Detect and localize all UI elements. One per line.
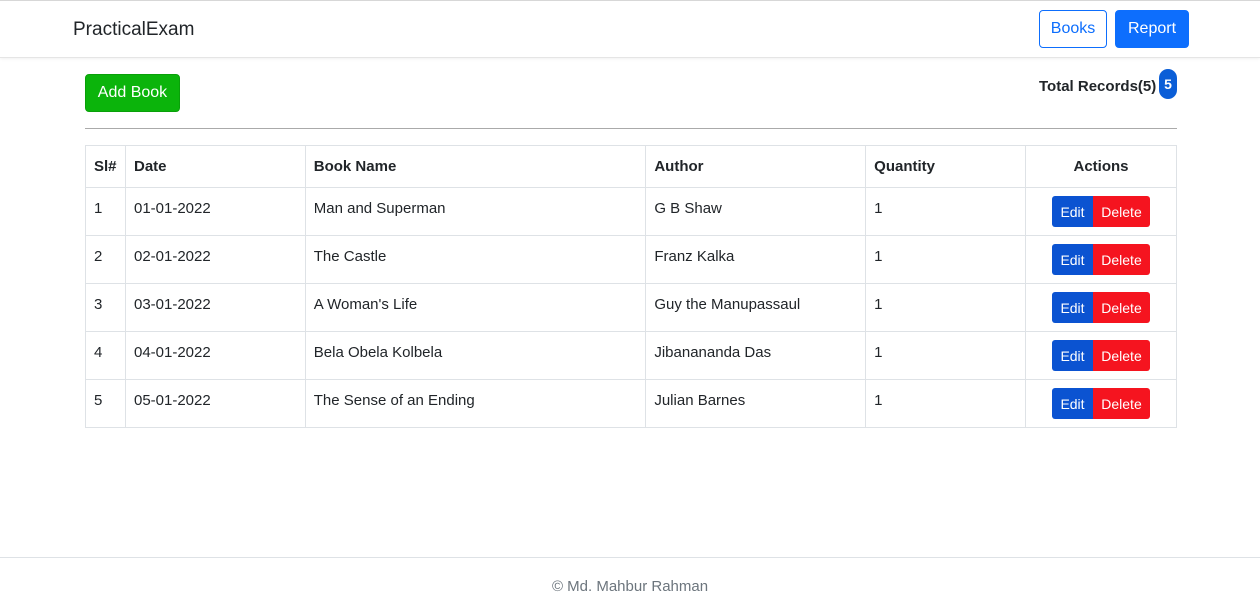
header-actions: Actions [1025, 145, 1177, 188]
cell-quantity: 1 [865, 331, 1027, 380]
cell-date: 01-01-2022 [124, 187, 306, 236]
edit-button[interactable]: Edit [1052, 340, 1093, 371]
cell-book-name: Bela Obela Kolbela [304, 331, 647, 380]
cell-author: G B Shaw [645, 187, 867, 236]
table-row: 1 01-01-2022 Man and Superman G B Shaw 1… [85, 187, 1177, 236]
delete-button[interactable]: Delete [1093, 388, 1150, 419]
edit-button[interactable]: Edit [1052, 388, 1093, 419]
table-row: 2 02-01-2022 The Castle Franz Kalka 1 Ed… [85, 235, 1177, 284]
table-header-row: Sl# Date Book Name Author Quantity Actio… [85, 145, 1177, 188]
cell-sl: 4 [85, 331, 126, 380]
row-action-group: Edit Delete [1052, 388, 1150, 419]
cell-author: Julian Barnes [645, 379, 867, 428]
header-date: Date [124, 145, 306, 188]
cell-actions: Edit Delete [1025, 235, 1177, 284]
delete-button[interactable]: Delete [1093, 292, 1150, 323]
edit-button[interactable]: Edit [1052, 244, 1093, 275]
edit-button[interactable]: Edit [1052, 292, 1093, 323]
row-action-group: Edit Delete [1052, 340, 1150, 371]
delete-button[interactable]: Delete [1093, 244, 1150, 275]
footer: © Md. Mahbur Rahman [0, 557, 1260, 615]
cell-date: 02-01-2022 [124, 235, 306, 284]
cell-sl: 1 [85, 187, 126, 236]
header-book-name: Book Name [304, 145, 647, 188]
row-action-group: Edit Delete [1052, 244, 1150, 275]
divider [85, 128, 1177, 129]
header-sl: Sl# [85, 145, 126, 188]
total-records-label: Total Records(5) [1039, 77, 1157, 95]
table-row: 5 05-01-2022 The Sense of an Ending Juli… [85, 379, 1177, 428]
delete-button[interactable]: Delete [1093, 196, 1150, 227]
row-action-group: Edit Delete [1052, 196, 1150, 227]
books-button[interactable]: Books [1039, 10, 1107, 48]
cell-book-name: The Castle [304, 235, 647, 284]
header-quantity: Quantity [865, 145, 1027, 188]
cell-sl: 2 [85, 235, 126, 284]
cell-date: 05-01-2022 [124, 379, 306, 428]
row-action-group: Edit Delete [1052, 292, 1150, 323]
delete-button[interactable]: Delete [1093, 340, 1150, 371]
cell-actions: Edit Delete [1025, 283, 1177, 332]
cell-quantity: 1 [865, 379, 1027, 428]
cell-book-name: A Woman's Life [304, 283, 647, 332]
cell-sl: 5 [85, 379, 126, 428]
cell-actions: Edit Delete [1025, 331, 1177, 380]
cell-sl: 3 [85, 283, 126, 332]
total-records-badge: 5 [1159, 69, 1177, 99]
header-author: Author [645, 145, 867, 188]
add-book-button[interactable]: Add Book [85, 74, 180, 112]
cell-actions: Edit Delete [1025, 187, 1177, 236]
table-row: 4 04-01-2022 Bela Obela Kolbela Jibanana… [85, 331, 1177, 380]
navbar: PracticalExam Books Report [0, 0, 1260, 58]
cell-actions: Edit Delete [1025, 379, 1177, 428]
report-button[interactable]: Report [1115, 10, 1189, 48]
cell-quantity: 1 [865, 187, 1027, 236]
cell-date: 04-01-2022 [124, 331, 306, 380]
cell-quantity: 1 [865, 283, 1027, 332]
cell-book-name: Man and Superman [304, 187, 647, 236]
books-table: Sl# Date Book Name Author Quantity Actio… [85, 145, 1177, 428]
cell-quantity: 1 [865, 235, 1027, 284]
cell-date: 03-01-2022 [124, 283, 306, 332]
cell-author: Guy the Manupassaul [645, 283, 867, 332]
brand-link[interactable]: PracticalExam [73, 19, 194, 41]
cell-author: Jibanananda Das [645, 331, 867, 380]
footer-copyright: © Md. Mahbur Rahman [551, 578, 709, 595]
cell-author: Franz Kalka [645, 235, 867, 284]
cell-book-name: The Sense of an Ending [304, 379, 647, 428]
edit-button[interactable]: Edit [1052, 196, 1093, 227]
table-row: 3 03-01-2022 A Woman's Life Guy the Manu… [85, 283, 1177, 332]
